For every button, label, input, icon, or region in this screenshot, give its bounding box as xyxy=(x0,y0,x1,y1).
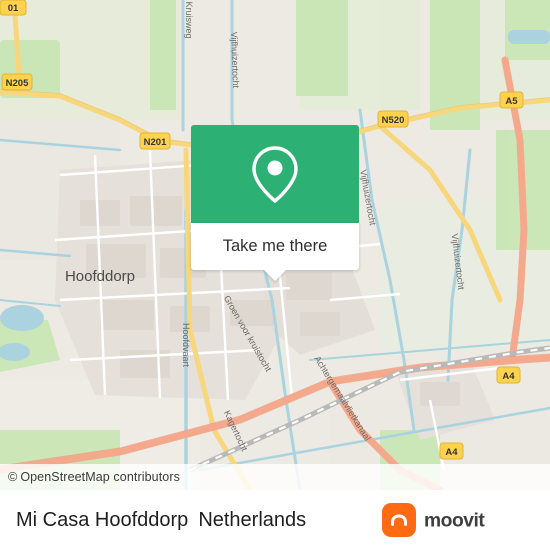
svg-text:N205: N205 xyxy=(6,78,29,89)
copyright-symbol: © xyxy=(8,470,18,484)
svg-text:Hoofdvaart: Hoofdvaart xyxy=(181,323,191,368)
svg-text:A5: A5 xyxy=(505,96,518,107)
svg-text:moovit: moovit xyxy=(424,510,485,531)
svg-text:Vijfhuizertocht: Vijfhuizertocht xyxy=(229,32,241,89)
map-view[interactable]: Vijfhuizertocht Vijfhuizertocht Vijfhuiz… xyxy=(0,0,550,490)
moovit-brand[interactable]: moovit xyxy=(382,503,534,537)
map-attribution[interactable]: © OpenStreetMap contributors xyxy=(0,464,550,490)
marker-icon-panel xyxy=(191,125,359,223)
marker-tail xyxy=(264,270,286,281)
place-title: Mi Casa Hoofddorp xyxy=(16,508,189,531)
map-pin-icon xyxy=(252,145,298,203)
svg-text:Kruisweg: Kruisweg xyxy=(184,1,194,38)
place-country: Netherlands xyxy=(198,508,307,531)
moovit-logo-icon xyxy=(382,503,416,537)
screen: Vijfhuizertocht Vijfhuizertocht Vijfhuiz… xyxy=(0,0,550,550)
svg-text:A4: A4 xyxy=(502,371,515,382)
take-me-there-button[interactable]: Take me there xyxy=(191,223,359,281)
moovit-wordmark: moovit xyxy=(424,510,486,531)
take-me-there-label: Take me there xyxy=(222,237,328,255)
svg-text:A4: A4 xyxy=(445,447,458,458)
svg-text:01: 01 xyxy=(8,3,19,14)
svg-text:N201: N201 xyxy=(144,137,167,148)
svg-text:Hoofddorp: Hoofddorp xyxy=(65,268,135,285)
svg-text:N520: N520 xyxy=(382,115,405,126)
footer-bar: Mi Casa Hoofddorp Netherlands moovit xyxy=(0,490,550,550)
attribution-text[interactable]: OpenStreetMap contributors xyxy=(20,470,180,484)
location-marker-card[interactable]: Take me there xyxy=(191,125,359,281)
